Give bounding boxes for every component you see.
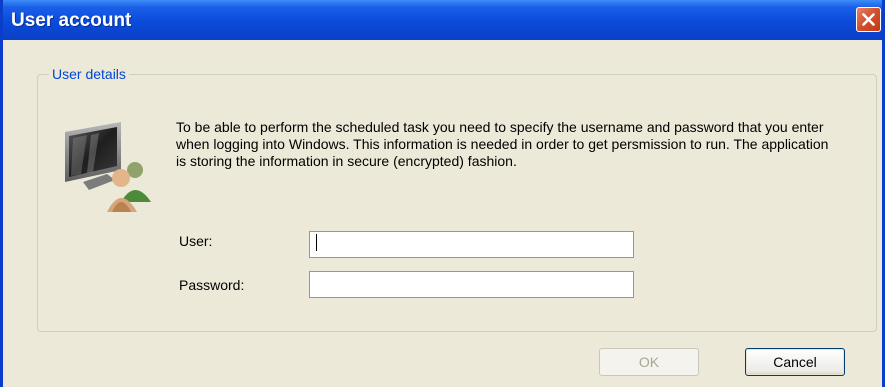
dialog-body: User details To be able to perform the s… — [3, 40, 882, 387]
password-label: Password: — [179, 277, 245, 293]
password-input[interactable] — [309, 271, 634, 298]
computer-users-icon — [65, 122, 151, 212]
cancel-button[interactable]: Cancel — [745, 348, 845, 376]
user-label: User: — [179, 233, 213, 249]
group-title: User details — [49, 66, 129, 82]
close-button[interactable] — [856, 7, 881, 32]
info-text: To be able to perform the scheduled task… — [176, 119, 829, 169]
window-title: User account — [11, 10, 132, 31]
user-input[interactable] — [309, 231, 634, 258]
title-bar[interactable]: User account — [3, 0, 882, 40]
close-icon — [862, 13, 875, 26]
user-account-dialog: User account User details To be able to … — [0, 0, 885, 387]
text-cursor — [316, 234, 317, 251]
ok-button[interactable]: OK — [599, 348, 699, 376]
